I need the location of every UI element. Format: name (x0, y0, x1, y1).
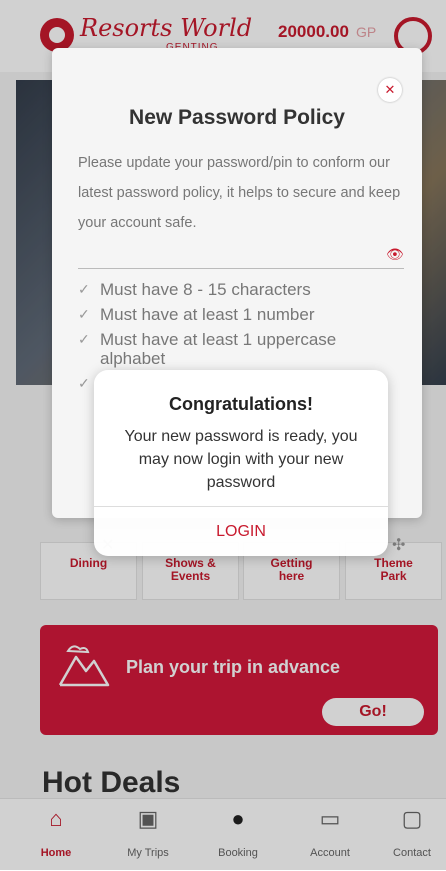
congratulations-message: Your new password is ready, you may now … (124, 428, 358, 491)
eye-off-icon[interactable]: 👁 (386, 246, 404, 263)
password-rule-text: Must have at least 1 number (100, 305, 315, 324)
close-icon[interactable]: ✕ (378, 78, 402, 102)
login-button[interactable]: LOGIN (94, 507, 388, 556)
policy-description: Please update your password/pin to confo… (78, 155, 401, 231)
password-rules-list: ✓ Must have 8 - 15 characters ✓ Must have … (78, 280, 398, 391)
congratulations-dialog: Congratulations! Your new password is re… (94, 370, 388, 556)
check-icon: ✓ (78, 306, 90, 322)
password-rule-text: Must have at least 1 uppercase alphabet (100, 330, 337, 368)
home-screen: Resorts World GENTING 20000.00 GP ✕ Dini… (0, 0, 446, 871)
check-icon: ✓ (78, 281, 90, 297)
password-input-underline[interactable] (78, 268, 404, 269)
password-rule: ✓ Must have at least 1 uppercase alphabet (78, 330, 398, 368)
password-rule-text: Must have 8 - 15 characters (100, 280, 311, 299)
congratulations-title: Congratulations! (169, 394, 313, 414)
check-icon: ✓ (78, 375, 90, 391)
password-rule: ✓ Must have at least 1 number (78, 305, 398, 324)
password-rule: ✓ Must have 8 - 15 characters (78, 280, 398, 299)
policy-title: New Password Policy (129, 106, 345, 129)
check-icon: ✓ (78, 331, 90, 347)
